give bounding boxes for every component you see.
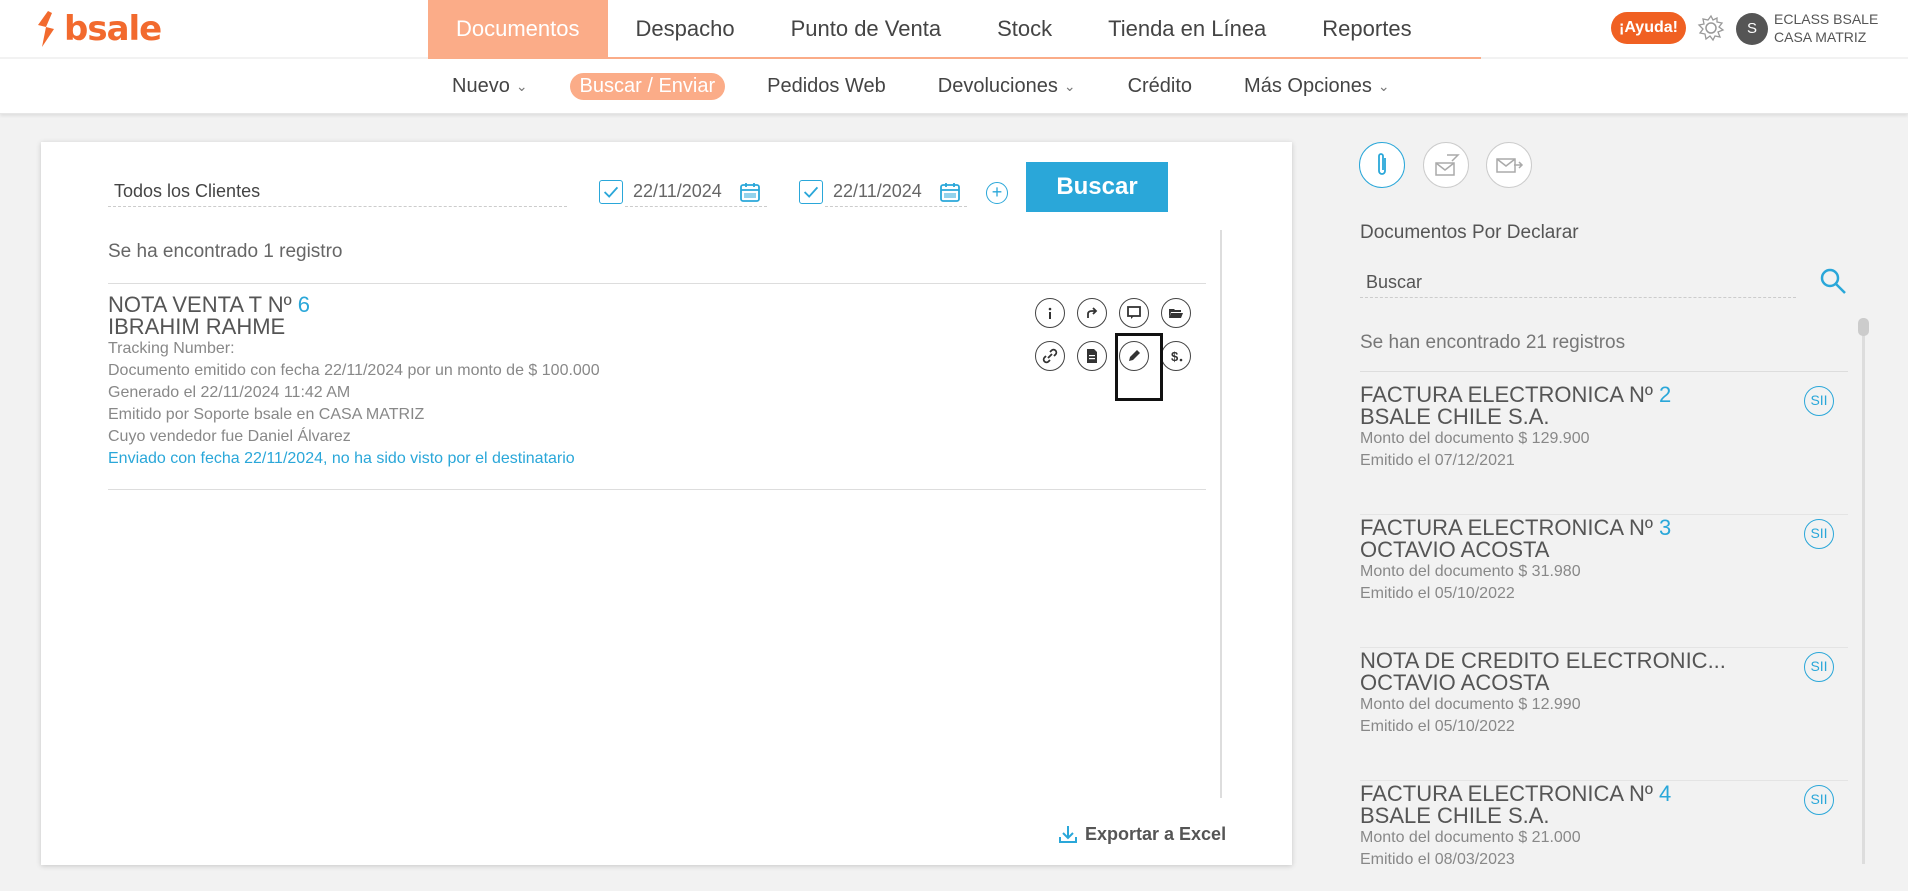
list-item[interactable]: FACTURA ELECTRONICA Nº 3 OCTAVIO ACOSTA …: [1360, 515, 1848, 648]
svg-text:$: $: [1171, 349, 1179, 364]
sub-nav-pedidos-web[interactable]: Pedidos Web: [767, 75, 886, 98]
chevron-down-icon: ⌄: [1063, 78, 1076, 94]
bsale-logo-icon: [38, 11, 54, 47]
brand-name: bsale: [64, 9, 162, 49]
divider: [1220, 230, 1222, 798]
folder-open-icon[interactable]: [1161, 298, 1191, 328]
nav-reportes[interactable]: Reportes: [1294, 0, 1439, 57]
date-from-checkbox[interactable]: [599, 180, 623, 204]
nav-stock[interactable]: Stock: [969, 0, 1080, 57]
search-icon[interactable]: [1818, 266, 1848, 296]
comment-icon[interactable]: [1119, 298, 1149, 328]
list-item-date: Emitido el 07/12/2021: [1360, 452, 1515, 469]
top-bar: bsale Documentos Despacho Punto de Venta…: [0, 0, 1908, 57]
nav-punto-de-venta[interactable]: Punto de Venta: [763, 0, 969, 57]
download-icon: [1059, 826, 1077, 843]
document-sent-status[interactable]: Enviado con fecha 22/11/2024, no ha sido…: [108, 448, 1206, 470]
sub-nav-nuevo-label: Nuevo: [452, 75, 510, 97]
document-icon[interactable]: [1077, 341, 1107, 371]
calendar-icon[interactable]: [938, 180, 962, 204]
sub-nav-credito[interactable]: Crédito: [1128, 75, 1192, 98]
nav-documentos[interactable]: Documentos: [428, 0, 608, 57]
list-item-date: Emitido el 05/10/2022: [1360, 718, 1515, 735]
sub-nav-nuevo[interactable]: Nuevo ⌄: [452, 75, 528, 98]
bsale-logo[interactable]: bsale: [34, 9, 162, 49]
user-company: ECLASS BSALE: [1774, 11, 1879, 27]
list-item-amount: Monto del documento $ 31.980: [1360, 563, 1581, 580]
document-seller: Cuyo vendedor fue Daniel Álvarez: [108, 428, 351, 445]
info-icon[interactable]: [1035, 298, 1065, 328]
document-number[interactable]: 6: [298, 292, 310, 317]
results-area: Se ha encontrado 1 registro: [108, 232, 1206, 284]
link-icon[interactable]: [1035, 341, 1065, 371]
user-branch: CASA MATRIZ: [1774, 29, 1867, 45]
pending-documents-title: Documentos Por Declarar: [1360, 222, 1579, 243]
pending-search-input[interactable]: Buscar: [1360, 268, 1796, 298]
list-item-amount: Monto del documento $ 129.900: [1360, 430, 1590, 447]
send-document-icon[interactable]: [1423, 142, 1469, 188]
client-select[interactable]: Todos los Clientes: [108, 177, 567, 207]
sub-nav-bar: Nuevo ⌄ Buscar / Enviar Pedidos Web Devol…: [0, 59, 1908, 114]
gear-icon[interactable]: [1696, 13, 1726, 43]
list-item[interactable]: FACTURA ELECTRONICA Nº 4 BSALE CHILE S.A…: [1360, 781, 1848, 864]
list-item-amount: Monto del documento $ 21.000: [1360, 829, 1581, 846]
scrollbar-thumb[interactable]: [1858, 318, 1869, 336]
sub-nav-devoluciones-label: Devoluciones: [937, 75, 1058, 97]
sii-badge[interactable]: SII: [1804, 519, 1834, 549]
nav-despacho[interactable]: Despacho: [608, 0, 763, 57]
list-item-client: OCTAVIO ACOSTA: [1360, 670, 1550, 695]
list-item-title: FACTURA ELECTRONICA Nº 4: [1360, 783, 1848, 805]
sii-badge[interactable]: SII: [1804, 785, 1834, 815]
paperclip-icon[interactable]: [1359, 142, 1405, 188]
list-item-date: Emitido el 08/03/2023: [1360, 851, 1515, 864]
sub-nav-devoluciones[interactable]: Devoluciones ⌄: [938, 75, 1076, 98]
main-nav: Documentos Despacho Punto de Venta Stock…: [428, 0, 1440, 57]
sub-nav-buscar-enviar[interactable]: Buscar / Enviar: [569, 73, 726, 100]
calendar-icon[interactable]: [738, 180, 762, 204]
sii-badge[interactable]: SII: [1804, 652, 1834, 682]
selection-highlight: [1115, 333, 1163, 401]
nav-tienda-en-linea[interactable]: Tienda en Línea: [1080, 0, 1294, 57]
list-item-title: NOTA DE CREDITO ELECTRONIC...: [1360, 650, 1848, 672]
add-filter-icon[interactable]: +: [986, 182, 1008, 204]
chevron-down-icon: ⌄: [515, 78, 528, 94]
pending-list: FACTURA ELECTRONICA Nº 2 BSALE CHILE S.A…: [1360, 382, 1848, 864]
sii-badge[interactable]: SII: [1804, 386, 1834, 416]
avatar[interactable]: S: [1736, 13, 1768, 45]
search-panel: Todos los Clientes 22/11/2024 22/11/2024…: [41, 142, 1292, 865]
list-item-number: 3: [1659, 515, 1672, 540]
list-item-number: 4: [1659, 781, 1672, 806]
scrollbar[interactable]: [1862, 318, 1865, 864]
forward-icon[interactable]: [1077, 298, 1107, 328]
list-item[interactable]: FACTURA ELECTRONICA Nº 2 BSALE CHILE S.A…: [1360, 382, 1848, 515]
list-item-date: Emitido el 05/10/2022: [1360, 585, 1515, 602]
sub-nav-mas-opciones[interactable]: Más Opciones ⌄: [1244, 75, 1390, 98]
export-excel-label: Exportar a Excel: [1085, 823, 1227, 844]
search-button[interactable]: Buscar: [1026, 162, 1168, 212]
email-forward-icon[interactable]: [1486, 142, 1532, 188]
help-button[interactable]: ¡Ayuda!: [1611, 12, 1686, 44]
list-item-title: FACTURA ELECTRONICA Nº 2: [1360, 384, 1848, 406]
list-item-client: OCTAVIO ACOSTA: [1360, 537, 1550, 562]
chevron-down-icon: ⌄: [1377, 78, 1390, 94]
document-generated: Generado el 22/11/2024 11:42 AM: [108, 384, 351, 401]
results-count: Se ha encontrado 1 registro: [108, 232, 1206, 284]
export-excel-link[interactable]: Exportar a Excel: [1057, 823, 1226, 845]
list-item-title: FACTURA ELECTRONICA Nº 3: [1360, 517, 1848, 539]
list-item[interactable]: NOTA DE CREDITO ELECTRONIC... OCTAVIO AC…: [1360, 648, 1848, 781]
pending-count: Se han encontrado 21 registros: [1360, 332, 1848, 372]
list-item-number: 2: [1659, 382, 1672, 407]
sub-nav: Nuevo ⌄ Buscar / Enviar Pedidos Web Devol…: [452, 59, 1442, 114]
payment-icon[interactable]: $: [1161, 341, 1191, 371]
list-item-amount: Monto del documento $ 12.990: [1360, 696, 1581, 713]
list-item-client: BSALE CHILE S.A.: [1360, 803, 1550, 828]
document-issued-by: Emitido por Soporte bsale en CASA MATRIZ: [108, 406, 425, 423]
sub-nav-mas-opciones-label: Más Opciones: [1244, 75, 1372, 97]
user-info[interactable]: ECLASS BSALE CASA MATRIZ: [1774, 10, 1878, 46]
date-to-checkbox[interactable]: [799, 180, 823, 204]
list-item-client: BSALE CHILE S.A.: [1360, 404, 1550, 429]
